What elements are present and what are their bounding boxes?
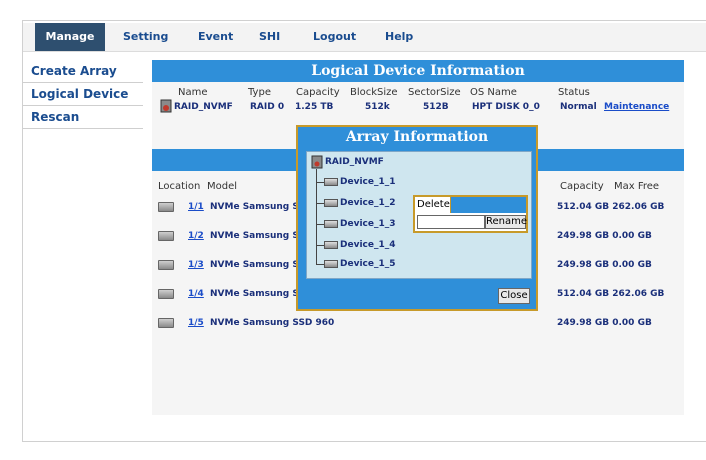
location-link[interactable]: 1/2 bbox=[188, 231, 204, 241]
delete-menu-item[interactable]: Delete bbox=[415, 197, 451, 213]
col-name: Name bbox=[178, 87, 208, 98]
disk-icon bbox=[324, 219, 338, 228]
disk-icon bbox=[324, 259, 338, 268]
device-capacity: 512.04 GB 262.06 GB bbox=[557, 289, 665, 299]
disk-icon bbox=[324, 198, 338, 207]
sidebar: Create Array Logical Device Rescan bbox=[23, 60, 143, 129]
tab-logout[interactable]: Logout bbox=[313, 23, 356, 51]
col-status: Status bbox=[558, 87, 590, 98]
disk-icon bbox=[158, 318, 174, 328]
tree-line bbox=[316, 182, 324, 183]
tab-shi[interactable]: SHI bbox=[259, 23, 280, 51]
sidebar-item-rescan[interactable]: Rescan bbox=[23, 106, 143, 129]
device-capacity: 512.04 GB 262.06 GB bbox=[557, 202, 665, 212]
device-model: NVMe Samsung S bbox=[210, 260, 299, 270]
delete-highlight bbox=[451, 197, 526, 213]
device-label: Device_1_4 bbox=[340, 240, 396, 250]
device-model: NVMe Samsung S bbox=[210, 202, 299, 212]
tree-line bbox=[316, 245, 324, 246]
col-type: Type bbox=[248, 87, 271, 98]
col-max-free: Max Free bbox=[614, 181, 660, 192]
location-link[interactable]: 1/3 bbox=[188, 260, 204, 270]
tab-setting[interactable]: Setting bbox=[123, 23, 168, 51]
sidebar-item-create-array[interactable]: Create Array bbox=[23, 60, 143, 83]
logical-os-name: HPT DISK 0_0 bbox=[472, 102, 540, 112]
dialog-title: Array Information bbox=[345, 129, 489, 145]
logical-capacity: 1.25 TB bbox=[295, 102, 334, 112]
location-link[interactable]: 1/5 bbox=[188, 318, 204, 328]
col-capacity: Capacity bbox=[296, 87, 340, 98]
tree-line bbox=[316, 224, 324, 225]
tree-device[interactable]: Device_1_3 bbox=[324, 217, 396, 231]
tree-line bbox=[316, 169, 317, 264]
col-model: Model bbox=[207, 181, 238, 192]
logical-type: RAID 0 bbox=[250, 102, 285, 112]
logical-blocksize: 512k bbox=[365, 102, 390, 112]
location-link[interactable]: 1/1 bbox=[188, 202, 204, 212]
location-link[interactable]: 1/4 bbox=[188, 289, 204, 299]
device-model: NVMe Samsung S bbox=[210, 289, 299, 299]
disk-icon bbox=[158, 231, 174, 241]
maintenance-link[interactable]: Maintenance bbox=[604, 102, 669, 112]
device-capacity: 249.98 GB 0.00 GB bbox=[557, 231, 652, 241]
col-blocksize: BlockSize bbox=[350, 87, 398, 98]
tab-event[interactable]: Event bbox=[198, 23, 233, 51]
disk-icon bbox=[158, 202, 174, 212]
col-sectorsize: SectorSize bbox=[408, 87, 461, 98]
rename-button[interactable]: Rename bbox=[485, 215, 527, 229]
device-label: Device_1_5 bbox=[340, 259, 396, 269]
disk-icon bbox=[324, 240, 338, 249]
tree-device[interactable]: Device_1_5 bbox=[324, 257, 396, 271]
device-capacity: 249.98 GB 0.00 GB bbox=[557, 318, 652, 328]
disk-icon bbox=[158, 289, 174, 299]
col-phys-capacity: Capacity bbox=[560, 181, 604, 192]
device-label: Device_1_2 bbox=[340, 198, 396, 208]
tree-device[interactable]: Device_1_4 bbox=[324, 238, 396, 252]
device-model: NVMe Samsung S bbox=[210, 231, 299, 241]
logical-status: Normal bbox=[560, 102, 597, 112]
tree-array-name[interactable]: RAID_NVMF bbox=[325, 155, 384, 169]
logical-device-title: Logical Device Information bbox=[152, 60, 684, 82]
device-label: Device_1_3 bbox=[340, 219, 396, 229]
array-icon bbox=[311, 155, 323, 169]
close-button[interactable]: Close bbox=[498, 288, 530, 304]
disk-icon bbox=[324, 177, 338, 186]
tab-help[interactable]: Help bbox=[385, 23, 413, 51]
logical-sectorsize: 512B bbox=[423, 102, 449, 112]
array-icon bbox=[160, 99, 172, 113]
device-context-menu: Delete Rename bbox=[413, 195, 528, 233]
disk-icon bbox=[158, 260, 174, 270]
col-location: Location bbox=[158, 181, 201, 192]
tab-manage[interactable]: Manage bbox=[35, 23, 105, 51]
top-nav: Manage Setting Event SHI Logout Help bbox=[23, 23, 706, 52]
device-model: NVMe Samsung SSD 960 bbox=[210, 318, 335, 328]
col-os-name: OS Name bbox=[470, 87, 517, 98]
sidebar-item-logical-device[interactable]: Logical Device bbox=[23, 83, 143, 106]
tree-device[interactable]: Device_1_1 bbox=[324, 175, 396, 189]
tree-line bbox=[316, 264, 324, 265]
tree-device[interactable]: Device_1_2 bbox=[324, 196, 396, 210]
tree-line bbox=[316, 203, 324, 204]
device-label: Device_1_1 bbox=[340, 177, 396, 187]
device-capacity: 249.98 GB 0.00 GB bbox=[557, 260, 652, 270]
rename-input[interactable] bbox=[417, 215, 485, 229]
logical-name[interactable]: RAID_NVMF bbox=[174, 102, 233, 112]
